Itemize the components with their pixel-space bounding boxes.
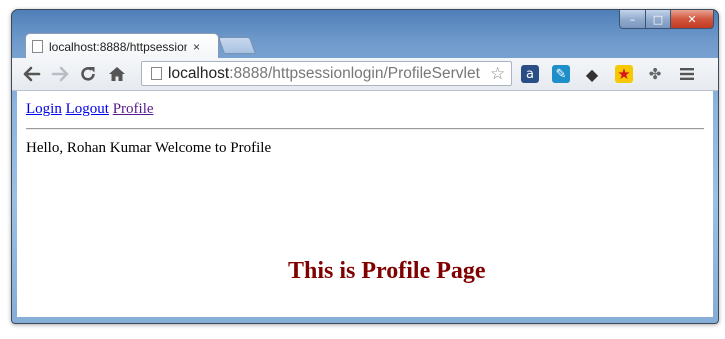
page-icon bbox=[32, 40, 43, 53]
back-arrow-icon[interactable] bbox=[20, 62, 44, 86]
logout-link[interactable]: Logout bbox=[66, 101, 109, 117]
close-window-button[interactable]: ✕ bbox=[671, 10, 714, 29]
maximize-button[interactable]: □ bbox=[646, 10, 671, 29]
extension-icon[interactable]: ◆ bbox=[583, 65, 601, 84]
new-tab-button[interactable] bbox=[217, 37, 257, 54]
tab-close-icon[interactable]: × bbox=[193, 40, 200, 54]
home-icon[interactable] bbox=[105, 62, 129, 86]
profile-link[interactable]: Profile bbox=[113, 101, 154, 117]
divider bbox=[26, 128, 704, 130]
window-controls: – □ ✕ bbox=[619, 10, 714, 29]
browser-toolbar: localhost:8888/httpsessionlogin/ProfileS… bbox=[12, 58, 718, 91]
page-icon bbox=[151, 67, 162, 80]
reload-icon[interactable] bbox=[76, 62, 100, 86]
browser-tab[interactable]: localhost:8888/httpsessionlogin/ProfileS… bbox=[25, 33, 219, 59]
translate-icon[interactable]: a bbox=[521, 65, 539, 83]
puzzle-icon[interactable]: ✤ bbox=[646, 65, 664, 83]
tab-title: localhost:8888/httpsessionlogin/ProfileS… bbox=[49, 39, 187, 54]
page-content: Login Logout Profile Hello, Rohan Kumar … bbox=[17, 91, 713, 317]
menu-icon[interactable] bbox=[678, 65, 696, 83]
nav-links: Login Logout Profile bbox=[26, 101, 154, 118]
evernote-icon[interactable]: ✎ bbox=[552, 65, 570, 83]
minimize-button[interactable]: – bbox=[619, 10, 646, 29]
login-link[interactable]: Login bbox=[26, 101, 62, 117]
greeting-text: Hello, Rohan Kumar Welcome to Profile bbox=[26, 140, 272, 156]
page-heading: This is Profile Page bbox=[288, 258, 486, 284]
address-bar[interactable]: localhost:8888/httpsessionlogin/ProfileS… bbox=[141, 61, 512, 86]
browser-window: – □ ✕ localhost:8888/httpsessionlogin/Pr… bbox=[11, 9, 719, 324]
bookmark-star-icon[interactable]: ☆ bbox=[490, 64, 505, 84]
url-text[interactable]: localhost:8888/httpsessionlogin/ProfileS… bbox=[168, 65, 488, 83]
forward-arrow-icon[interactable] bbox=[48, 62, 72, 86]
star-extension-icon[interactable]: ★ bbox=[615, 65, 633, 83]
